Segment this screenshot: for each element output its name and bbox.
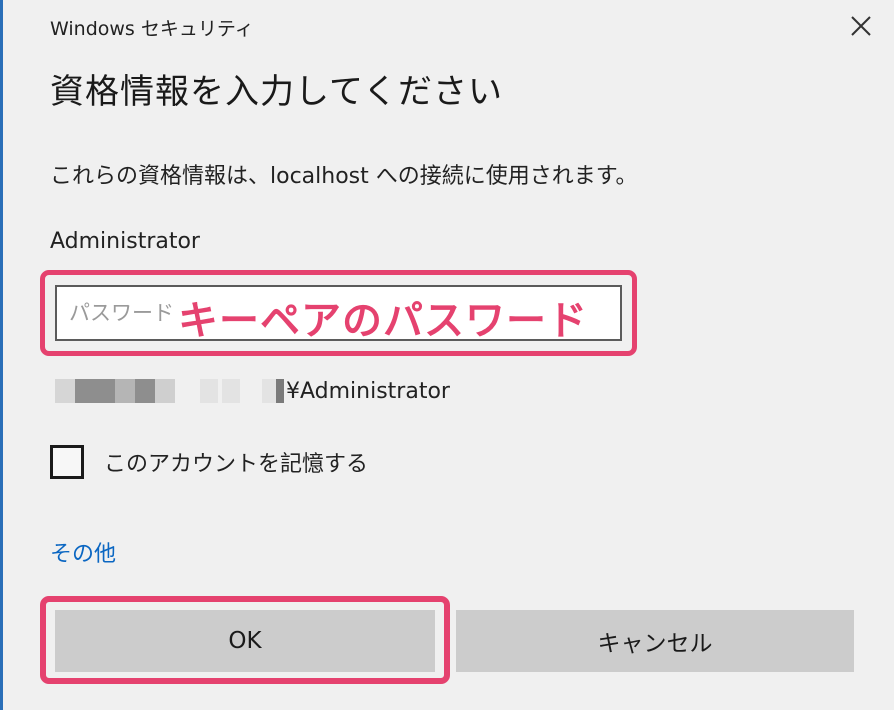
window-title: Windows セキュリティ [50,18,254,40]
redacted-block [115,379,135,403]
redacted-block [55,379,75,403]
redacted-block [276,379,284,403]
redacted-block [175,379,200,403]
account-identity: ¥Administrator [55,375,450,407]
redacted-block [240,379,262,403]
cancel-button[interactable]: キャンセル [456,610,854,672]
redacted-block [75,379,115,403]
redacted-block [222,379,240,403]
password-input[interactable] [55,285,622,341]
remember-label: このアカウントを記憶する [104,452,369,477]
dialog-description: これらの資格情報は、localhost への接続に使用されます。 [50,164,638,189]
redacted-block [200,379,218,403]
close-button[interactable] [841,6,881,46]
account-name: ¥Administrator [286,378,450,404]
username-label: Administrator [50,229,200,254]
redacted-block [262,379,276,403]
redacted-block [155,379,175,403]
remember-checkbox[interactable] [50,445,84,479]
redacted-block [135,379,155,403]
more-choices-link[interactable]: その他 [50,536,116,568]
ok-button[interactable]: OK [55,610,435,672]
remember-account-option[interactable]: このアカウントを記憶する [50,445,368,479]
dialog-heading: 資格情報を入力してください [50,72,503,112]
close-icon [851,16,871,36]
